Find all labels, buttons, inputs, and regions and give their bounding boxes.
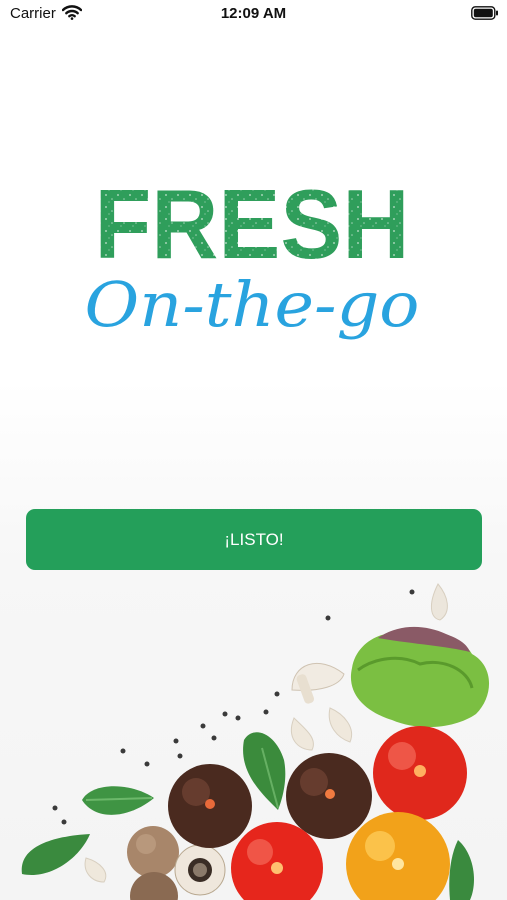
launch-screen: Carrier 12:09 AM On-the-go ¡LISTO!: [0, 0, 507, 900]
vegetables-illustration: [0, 578, 507, 900]
listo-button[interactable]: ¡LISTO!: [26, 509, 482, 570]
logo-word-on-the-go: On-the-go: [85, 268, 420, 341]
fresh-on-the-go-logo: FRESH On-the-go: [80, 169, 425, 360]
battery-icon: [471, 6, 499, 25]
status-time: 12:09 AM: [220, 5, 287, 22]
status-bar: Carrier 12:09 AM: [0, 0, 507, 28]
